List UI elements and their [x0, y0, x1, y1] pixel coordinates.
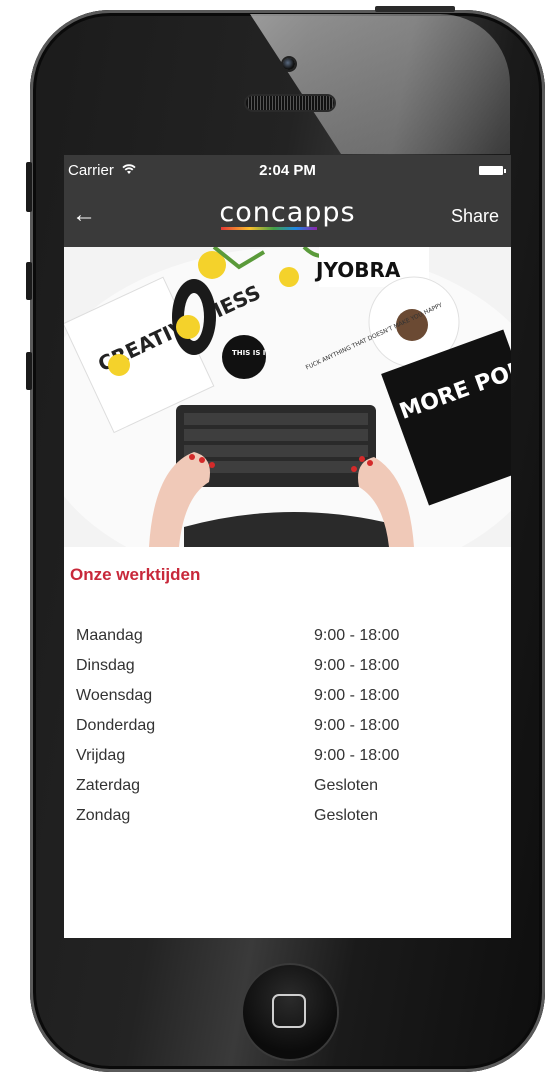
logo-text: concapps — [219, 197, 356, 228]
hours-row: Dinsdag 9:00 - 18:00 — [76, 657, 496, 687]
hours-day: Maandag — [76, 627, 143, 644]
hours-time: 9:00 - 18:00 — [314, 687, 400, 704]
poster-top-text: JYOBRA — [314, 258, 401, 282]
hours-row: Zondag Gesloten — [76, 807, 496, 837]
hours-day: Woensdag — [76, 687, 153, 704]
hours-time: Gesloten — [314, 807, 379, 824]
phone-screen: Carrier 2:04 PM ← concapps Share CREATIV… — [64, 155, 511, 938]
opening-hours-table: Maandag 9:00 - 18:00 Dinsdag 9:00 - 18:0… — [76, 627, 496, 837]
hero-image: CREATIVE MESS THIS IS IT JYOBRA FUCK ANY… — [64, 247, 511, 547]
hours-time: 9:00 - 18:00 — [314, 627, 400, 644]
sticker-text: THIS IS IT — [232, 349, 270, 357]
battery-icon — [479, 166, 506, 175]
volume-down-button — [26, 352, 32, 390]
logo-rainbow-underline — [221, 227, 318, 230]
hours-row: Zaterdag Gesloten — [76, 777, 496, 807]
hours-time: 9:00 - 18:00 — [314, 747, 400, 764]
hours-day: Vrijdag — [76, 747, 126, 764]
mute-switch — [26, 162, 32, 212]
hours-row: Woensdag 9:00 - 18:00 — [76, 687, 496, 717]
hours-row: Vrijdag 9:00 - 18:00 — [76, 747, 496, 777]
hours-day: Zondag — [76, 807, 131, 824]
volume-up-button — [26, 262, 32, 300]
hours-row: Donderdag 9:00 - 18:00 — [76, 717, 496, 747]
stage: Carrier 2:04 PM ← concapps Share CREATIV… — [0, 0, 551, 1077]
status-time: 2:04 PM — [259, 162, 316, 179]
hours-day: Donderdag — [76, 717, 156, 734]
hours-row: Maandag 9:00 - 18:00 — [76, 627, 496, 657]
share-button[interactable]: Share — [451, 206, 499, 227]
hours-time: Gesloten — [314, 777, 379, 794]
power-button — [375, 6, 455, 12]
hours-time: 9:00 - 18:00 — [314, 717, 400, 734]
home-button[interactable] — [243, 965, 337, 1059]
hours-day: Dinsdag — [76, 657, 135, 674]
nav-bar: ← concapps Share — [64, 187, 511, 247]
hours-time: 9:00 - 18:00 — [314, 657, 400, 674]
hours-day: Zaterdag — [76, 777, 141, 794]
front-camera — [283, 58, 295, 70]
status-bar: Carrier 2:04 PM — [64, 155, 511, 187]
app-logo: concapps — [64, 197, 511, 232]
home-square-icon — [272, 994, 306, 1028]
section-title: Onze werktijden — [70, 565, 201, 584]
earpiece-speaker — [246, 96, 334, 110]
